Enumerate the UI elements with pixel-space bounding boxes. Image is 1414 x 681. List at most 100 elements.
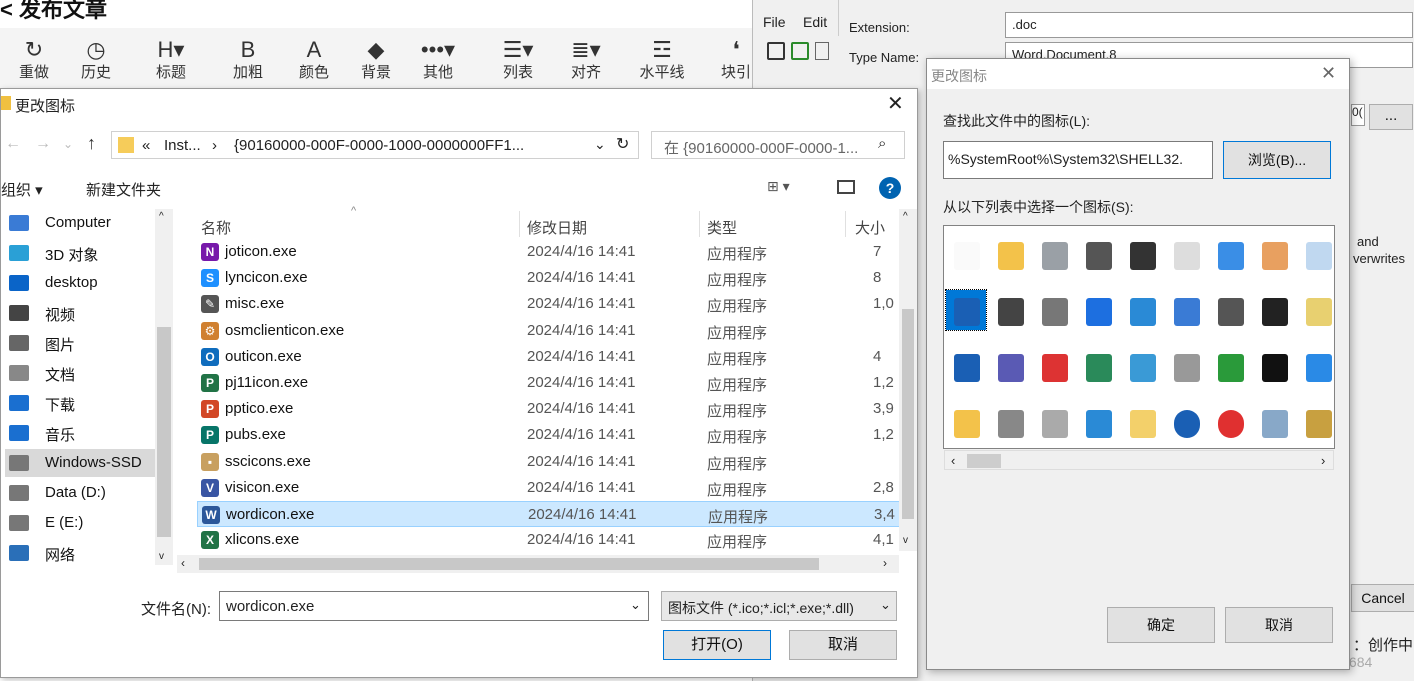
- shell-icon-option[interactable]: [1254, 346, 1294, 386]
- up-icon[interactable]: ↑: [87, 133, 96, 154]
- open-button[interactable]: 打开(O): [663, 630, 771, 660]
- icon-file-path-input[interactable]: %SystemRoot%\System32\SHELL32.: [943, 141, 1213, 179]
- preview-pane-icon[interactable]: [837, 180, 855, 194]
- extension-field[interactable]: .doc: [1005, 12, 1413, 38]
- field-stub[interactable]: 0(: [1351, 104, 1365, 126]
- forward-icon[interactable]: →: [35, 135, 51, 153]
- file-list-hscrollbar[interactable]: ‹ ›: [177, 555, 899, 573]
- ok-button[interactable]: 确定: [1107, 607, 1215, 643]
- back-icon[interactable]: ←: [5, 135, 21, 153]
- path-overflow[interactable]: «: [142, 137, 150, 154]
- shell-icon-option[interactable]: [1298, 346, 1334, 386]
- address-bar[interactable]: « Inst... › {90160000-000F-0000-1000-000…: [111, 131, 639, 159]
- shell-icon-option[interactable]: [1254, 234, 1294, 274]
- cancel-button[interactable]: 取消: [789, 630, 897, 660]
- toolbar-button-background-color[interactable]: ◆ 背景: [350, 28, 402, 90]
- chevron-down-icon[interactable]: ⌄: [594, 136, 606, 153]
- refresh-icon[interactable]: ↻: [616, 134, 629, 154]
- path-segment[interactable]: {90160000-000F-0000-1000-0000000FF1...: [234, 137, 524, 154]
- shell-icon-option[interactable]: [1078, 346, 1118, 386]
- file-row[interactable]: ▪ sscicons.exe 2024/4/16 14:41 应用程序: [197, 449, 901, 475]
- shell-icon-option[interactable]: [990, 290, 1030, 330]
- file-row[interactable]: Xxlicons.exe 2024/4/16 14:41 应用程序 4,1: [197, 527, 901, 553]
- shell-icon-option[interactable]: [946, 402, 986, 442]
- file-row[interactable]: Ppubs.exe 2024/4/16 14:41 应用程序 1,2: [197, 422, 901, 448]
- history-dropdown-icon[interactable]: ⌄: [63, 137, 73, 151]
- toolbar-button-align[interactable]: ≣▾ 对齐: [560, 28, 612, 90]
- file-list-vscrollbar[interactable]: ^ v: [899, 209, 917, 551]
- file-row[interactable]: ✎ misc.exe 2024/4/16 14:41 应用程序 1,0: [197, 291, 901, 317]
- file-row[interactable]: Oouticon.exe 2024/4/16 14:41 应用程序 4: [197, 344, 901, 370]
- shell-icon-option[interactable]: [1166, 234, 1206, 274]
- save-icon[interactable]: [767, 42, 785, 60]
- file-row[interactable]: Wwordicon.exe 2024/4/16 14:41 应用程序 3,4: [197, 501, 901, 527]
- shell-icon-option[interactable]: [1166, 290, 1206, 330]
- hscroll-thumb[interactable]: [199, 558, 819, 570]
- file-row[interactable]: Njoticon.exe 2024/4/16 14:41 应用程序 7: [197, 239, 901, 265]
- column-size[interactable]: 大小: [855, 217, 885, 238]
- file-row[interactable]: Vvisicon.exe 2024/4/16 14:41 应用程序 2,8: [197, 475, 901, 501]
- browse-button[interactable]: 浏览(B)...: [1223, 141, 1331, 179]
- shell-icon-option[interactable]: [946, 346, 986, 386]
- shell-icon-option[interactable]: [1122, 290, 1162, 330]
- toolbar-button-list[interactable]: ☰▾ 列表: [492, 28, 544, 90]
- column-date[interactable]: 修改日期: [527, 217, 587, 238]
- shell-icon-option[interactable]: [1254, 402, 1294, 442]
- icon-grid-hscrollbar[interactable]: ‹ ›: [944, 450, 1334, 470]
- nav-item[interactable]: Computer: [5, 209, 155, 237]
- toolbar-button-history[interactable]: ◷ 历史: [70, 28, 122, 90]
- refresh-icon[interactable]: [791, 42, 809, 60]
- vscroll-thumb[interactable]: [902, 309, 914, 519]
- cancel-button[interactable]: 取消: [1225, 607, 1333, 643]
- close-icon[interactable]: ✕: [1321, 63, 1336, 84]
- column-name[interactable]: 名称: [201, 217, 231, 238]
- shell-icon-option[interactable]: [1034, 346, 1074, 386]
- new-folder-button[interactable]: 新建文件夹: [86, 179, 161, 200]
- toolbar-button-font-color[interactable]: A 颜色: [288, 28, 340, 90]
- menu-file[interactable]: File: [763, 14, 786, 30]
- shell-icon-option[interactable]: [990, 234, 1030, 274]
- shell-icon-option[interactable]: [1210, 234, 1250, 274]
- icon-grid[interactable]: [943, 225, 1335, 449]
- file-row[interactable]: ⚙ osmclienticon.exe 2024/4/16 14:41 应用程序: [197, 318, 901, 344]
- shell-icon-option[interactable]: [1298, 290, 1334, 330]
- help-icon[interactable]: ?: [879, 177, 901, 199]
- menu-edit[interactable]: Edit: [803, 14, 827, 30]
- toolbar-button-redo[interactable]: ↻ 重做: [8, 28, 60, 90]
- chevron-down-icon[interactable]: ⌄: [630, 597, 641, 613]
- file-row[interactable]: Ppptico.exe 2024/4/16 14:41 应用程序 3,9: [197, 396, 901, 422]
- shell-icon-option[interactable]: [1166, 346, 1206, 386]
- close-icon[interactable]: ✕: [887, 91, 904, 116]
- toolbar-button-heading[interactable]: H▾ 标题: [145, 28, 197, 90]
- shell-icon-option[interactable]: [1210, 346, 1250, 386]
- shell-icon-option[interactable]: [1298, 402, 1334, 442]
- shell-icon-option[interactable]: [1034, 290, 1074, 330]
- toolbar-button-bold[interactable]: B 加粗: [222, 28, 274, 90]
- shell-icon-option[interactable]: [990, 346, 1030, 386]
- shell-icon-option[interactable]: [1210, 290, 1250, 330]
- shell-icon-option[interactable]: [990, 402, 1030, 442]
- shell-icon-option[interactable]: [946, 234, 986, 274]
- filename-input[interactable]: wordicon.exe ⌄: [219, 591, 649, 621]
- more-button[interactable]: ...: [1369, 104, 1413, 130]
- file-row[interactable]: Ppj11icon.exe 2024/4/16 14:41 应用程序 1,2: [197, 370, 901, 396]
- shell-icon-option[interactable]: [1166, 402, 1206, 442]
- file-type-filter[interactable]: 图标文件 (*.ico;*.icl;*.exe;*.dll) ⌄: [661, 591, 897, 621]
- view-options-icon[interactable]: ⊞ ▾: [767, 178, 790, 195]
- organize-menu[interactable]: 组织 ▾: [1, 179, 43, 200]
- shell-icon-option[interactable]: [1122, 346, 1162, 386]
- shell-icon-option[interactable]: [1122, 234, 1162, 274]
- search-input[interactable]: 在 {90160000-000F-0000-1... ⌕: [651, 131, 905, 159]
- copy-icon[interactable]: [815, 42, 829, 60]
- shell-icon-option[interactable]: [1078, 402, 1118, 442]
- file-row[interactable]: Slyncicon.exe 2024/4/16 14:41 应用程序 8: [197, 265, 901, 291]
- toolbar-button-more[interactable]: •••▾ 其他: [412, 28, 464, 90]
- shell-icon-option[interactable]: [1122, 402, 1162, 442]
- cancel-button[interactable]: Cancel: [1351, 584, 1414, 612]
- shell-icon-option[interactable]: [1298, 234, 1334, 274]
- toolbar-button-horizontal-line[interactable]: ☲ 水平线: [636, 28, 688, 90]
- shell-icon-option[interactable]: [1078, 290, 1118, 330]
- shell-icon-option[interactable]: [945, 289, 987, 331]
- icon-scroll-thumb[interactable]: [967, 454, 1001, 468]
- shell-icon-option[interactable]: [1034, 234, 1074, 274]
